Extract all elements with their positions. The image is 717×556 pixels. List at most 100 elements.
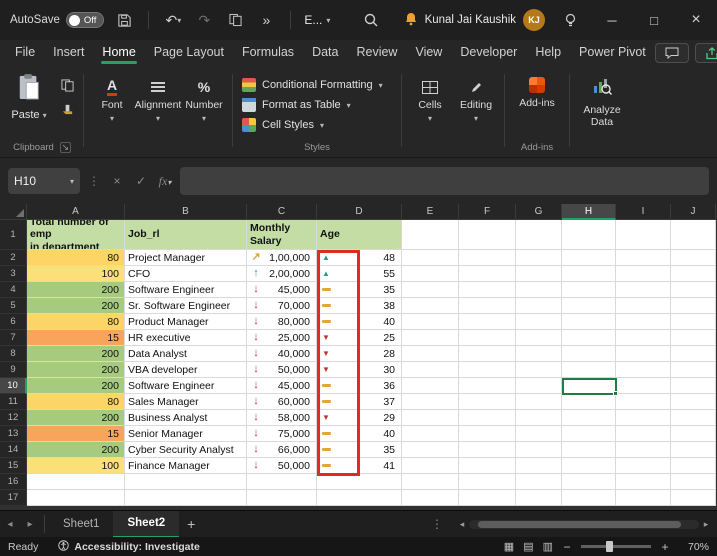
format-painter-button[interactable] [56,100,78,118]
cell[interactable] [125,490,247,506]
cell[interactable]: ▲48 [317,250,402,266]
cell[interactable] [671,250,716,266]
cell[interactable] [562,426,616,442]
cell[interactable] [317,490,402,506]
cell[interactable]: Job_rl [125,220,247,250]
cells-group-button[interactable]: Cells ▾ [407,70,453,155]
cell[interactable] [27,490,125,506]
ribbon-tab-power-pivot[interactable]: Power Pivot [570,42,655,64]
conditional-formatting-button[interactable]: Conditional Formatting ▾ [238,75,396,95]
cell[interactable] [402,474,459,490]
page-break-view-icon[interactable]: ▥ [543,540,553,553]
cell[interactable]: 35 [317,282,402,298]
cell[interactable] [459,250,516,266]
row-header-3[interactable]: 3 [0,266,27,282]
ribbon-tab-view[interactable]: View [406,42,451,64]
row-header-1[interactable]: 1 [0,220,27,250]
autosave-control[interactable]: AutoSave Off [10,12,104,28]
cell[interactable] [616,314,671,330]
row-header-7[interactable]: 7 [0,330,27,346]
cell[interactable] [671,220,716,250]
cell[interactable]: 200 [27,346,125,362]
horizontal-scrollbar[interactable]: ◂ ▸ [455,519,713,530]
cell[interactable]: Project Manager [125,250,247,266]
cell[interactable]: 200 [27,362,125,378]
cell[interactable] [616,220,671,250]
scrollbar-thumb[interactable] [478,521,680,528]
cell[interactable]: VBA developer [125,362,247,378]
cell[interactable] [671,426,716,442]
row-header-5[interactable]: 5 [0,298,27,314]
cell[interactable] [671,442,716,458]
cell[interactable]: ↓45,000 [247,378,317,394]
cell[interactable] [516,298,562,314]
cell[interactable] [671,314,716,330]
cell[interactable] [616,362,671,378]
comments-button[interactable] [655,43,689,63]
cell[interactable]: 41 [317,458,402,474]
cell[interactable] [516,410,562,426]
cell[interactable] [402,394,459,410]
minimize-button[interactable]: ─ [591,0,633,40]
cell[interactable] [671,362,716,378]
ribbon-tab-formulas[interactable]: Formulas [233,42,303,64]
row-header-12[interactable]: 12 [0,410,27,426]
cell[interactable]: 15 [27,426,125,442]
column-header-I[interactable]: I [616,204,671,220]
cell[interactable] [459,266,516,282]
cell[interactable] [459,346,516,362]
cell[interactable] [402,220,459,250]
cell[interactable] [562,458,616,474]
cell[interactable]: ↓70,000 [247,298,317,314]
cell[interactable]: ▲55 [317,266,402,282]
cell[interactable]: ↓60,000 [247,394,317,410]
cell[interactable] [671,458,716,474]
copy-button[interactable] [56,76,78,94]
cell[interactable] [516,220,562,250]
cell[interactable] [459,458,516,474]
number-group-button[interactable]: % Number ▾ [181,70,227,155]
cell[interactable] [671,378,716,394]
cell[interactable]: 80 [27,314,125,330]
cell[interactable]: ↓66,000 [247,442,317,458]
cell[interactable] [402,298,459,314]
column-header-J[interactable]: J [671,204,716,220]
cell[interactable] [562,394,616,410]
cell[interactable]: ↓75,000 [247,426,317,442]
zoom-out-icon[interactable]: − [562,540,572,554]
zoom-slider-knob[interactable] [606,541,613,552]
cell[interactable] [459,282,516,298]
cell[interactable] [616,410,671,426]
cell-styles-button[interactable]: Cell Styles ▾ [238,115,396,135]
cell[interactable] [459,474,516,490]
lightbulb-icon[interactable] [559,9,581,31]
account-button[interactable]: Kunal Jai Kaushik KJ [404,9,545,31]
row-header-8[interactable]: 8 [0,346,27,362]
cell[interactable]: Sales Manager [125,394,247,410]
row-header-15[interactable]: 15 [0,458,27,474]
cell[interactable] [516,314,562,330]
column-header-C[interactable]: C [247,204,317,220]
cell[interactable]: HR executive [125,330,247,346]
cell[interactable]: Cyber Security Analyst [125,442,247,458]
cell[interactable] [459,394,516,410]
cell[interactable] [247,490,317,506]
cell[interactable] [671,490,716,506]
cell[interactable] [616,282,671,298]
cell[interactable] [459,220,516,250]
cell[interactable] [402,410,459,426]
select-all-corner[interactable] [0,204,27,220]
cell[interactable]: 200 [27,282,125,298]
cell[interactable] [562,346,616,362]
new-sheet-button[interactable]: + [179,516,203,532]
cell[interactable]: 80 [27,250,125,266]
cell[interactable]: ▼29 [317,410,402,426]
clipboard-dialog-launcher[interactable]: ↘ [60,142,71,153]
ribbon-tab-data[interactable]: Data [303,42,347,64]
cell[interactable] [616,490,671,506]
cell[interactable] [247,474,317,490]
row-header-14[interactable]: 14 [0,442,27,458]
cell[interactable] [317,474,402,490]
format-as-table-button[interactable]: Format as Table ▾ [238,95,396,115]
cell[interactable]: Age [317,220,402,250]
